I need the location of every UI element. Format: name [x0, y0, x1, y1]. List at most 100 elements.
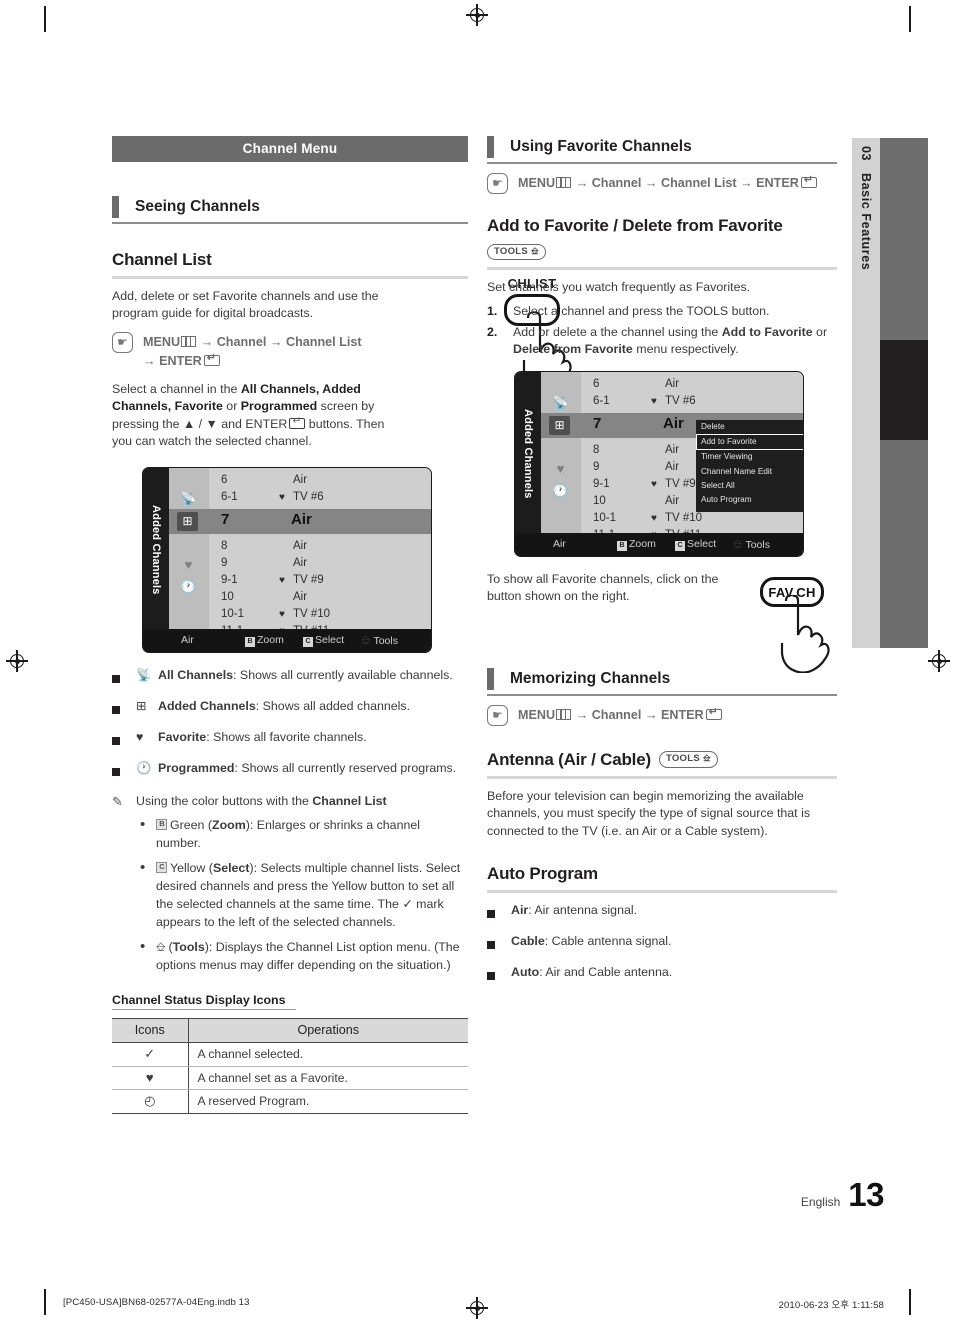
select-lead: Select a channel in the — [112, 381, 241, 396]
tools-icon: ⎒ — [156, 939, 166, 954]
added-channels-icon: ⊞ — [549, 415, 570, 435]
all-channels-icon[interactable]: 📡 — [551, 394, 570, 411]
bullet-square — [112, 729, 136, 751]
list-item: 1. Select a channel and press the TOOLS … — [487, 303, 837, 321]
menu-item-auto-program[interactable]: Auto Program — [696, 492, 803, 506]
added-channels-icon: ⊞ — [177, 512, 198, 532]
bullet-dot: • — [140, 858, 146, 876]
channel-row[interactable]: 6 Air — [581, 376, 803, 393]
channel-list-intro: Add, delete or set Favorite channels and… — [112, 288, 379, 321]
path-enter-label: ENTER — [159, 353, 202, 368]
menu-path-channel-list: ☛ MENU → Channel → Channel List → ENTER — [112, 331, 468, 371]
dot-lead: Green ( — [170, 817, 213, 832]
crop-mark-bottom-left — [44, 1289, 46, 1315]
auto-program-bullets: Air: Air antenna signal. Cable: Cable an… — [487, 902, 837, 986]
all-channels-icon[interactable]: 📡 — [179, 490, 198, 507]
list-item: • ⎒ (Tools): Displays the Channel List op… — [140, 939, 468, 975]
path-channel-label: Channel — [216, 334, 267, 349]
section-seeing-channels: Seeing Channels — [112, 196, 468, 222]
list-item: ⊞ Added Channels: Shows all added channe… — [112, 698, 468, 720]
row-name: TV #10 — [293, 608, 331, 621]
bottom-tools[interactable]: ⎒ Tools — [361, 629, 398, 652]
row-number: 9-1 — [221, 574, 238, 587]
bullet-dot: • — [140, 937, 146, 955]
step-bold-delete: Delete from Favorite — [513, 342, 633, 357]
screen-bottom-bar: Air B Zoom C Select ⎒ Tools — [515, 532, 803, 556]
yellow-key-letter: C — [159, 861, 165, 871]
tools-context-menu: Delete Add to Favorite Timer Viewing Cha… — [696, 419, 803, 512]
menu-item-select-all[interactable]: Select All — [696, 478, 803, 492]
favorite-screen-mock: Added Channels 📡 ♥ 🕐 6 Air 6-1 ♥ TV #6 8 Air… — [514, 370, 804, 557]
added-channels-icon: ⊞ — [136, 699, 147, 714]
channel-row[interactable]: 10-1 ♥ TV #10 — [209, 606, 431, 623]
favorite-heart-icon[interactable]: ♥ — [179, 556, 198, 573]
list-item: Cable: Cable antenna signal. — [487, 933, 837, 955]
screen-channel-list: 6 Air 6-1 ♥ TV #6 8 Air 9 Air 9-1 ♥ TV #9 10 Air… — [209, 468, 431, 637]
heading-antenna: Antenna (Air / Cable) TOOLS ⎒ — [487, 750, 837, 770]
channel-row[interactable]: 6-1 ♥ TV #6 — [581, 393, 803, 410]
step-number: 1. — [487, 304, 498, 319]
bullet-bold: Favorite — [158, 730, 207, 744]
menu-item-channel-name-edit[interactable]: Channel Name Edit — [696, 464, 803, 478]
crop-mark-top-left — [44, 6, 46, 32]
channel-row[interactable]: 10 Air — [209, 589, 431, 606]
channel-row[interactable]: 9 Air — [209, 555, 431, 572]
table-row: ◴ A reserved Program. — [112, 1089, 468, 1115]
left-column: Channel Menu Seeing Channels Channel Lis… — [112, 136, 572, 1115]
highlighted-channel-row[interactable]: ⊞ 7 Air — [169, 509, 431, 535]
path-menu-label: MENU — [518, 175, 556, 190]
row-name: Air — [665, 443, 680, 456]
programmed-clock-icon[interactable]: 🕐 — [179, 578, 198, 595]
menu-item-add-to-favorite[interactable]: Add to Favorite — [696, 433, 803, 450]
screen-rail-label: Added Channels — [150, 504, 162, 595]
menu-item-timer-viewing[interactable]: Timer Viewing — [696, 450, 803, 464]
step-bold-add: Add to Favorite — [721, 324, 813, 339]
favorite-heart-icon[interactable]: ♥ — [551, 460, 570, 477]
bottom-zoom-label: Zoom — [257, 634, 284, 647]
channel-row[interactable]: 9-1 ♥ TV #9 — [209, 572, 431, 589]
heading-rule — [487, 775, 837, 779]
table-header-row: Icons Operations — [112, 1018, 468, 1044]
row-number: 6 — [593, 377, 600, 390]
channel-row[interactable]: 6 Air — [209, 472, 431, 489]
heading-channel-list: Channel List — [112, 249, 212, 269]
row-name: TV #6 — [665, 394, 696, 407]
antenna-paragraph: Before your television can begin memoriz… — [487, 788, 811, 838]
side-bar-marker — [880, 340, 928, 440]
menu-item-delete[interactable]: Delete — [696, 420, 803, 434]
channel-row[interactable]: 8 Air — [209, 538, 431, 555]
bottom-select[interactable]: C Select — [675, 533, 716, 556]
row-number: 8 — [221, 540, 228, 553]
programmed-clock-icon: 🕐 — [136, 760, 152, 775]
bottom-select-label: Select — [315, 634, 345, 647]
list-item: Auto: Air and Cable antenna. — [487, 964, 837, 986]
bottom-tools[interactable]: ⎒ Tools — [733, 533, 770, 556]
section-tick — [487, 136, 494, 158]
bottom-select[interactable]: C Select — [303, 629, 344, 652]
menu-path-favorite: ☛ MENU → Channel → Channel List → ENTER — [487, 172, 837, 194]
bottom-zoom[interactable]: B Zoom — [245, 629, 284, 652]
channel-row[interactable]: 6-1 ♥ TV #6 — [209, 489, 431, 506]
channel-row[interactable]: 10-1 ♥ TV #10 — [581, 510, 803, 527]
bullet-rest: : Shows all added channels. — [255, 699, 411, 714]
row-number: 9-1 — [593, 477, 610, 490]
step-number: 2. — [487, 324, 498, 339]
row-fav: ♥ — [651, 512, 657, 524]
highlight-name: Air — [291, 511, 312, 529]
heading-rule — [487, 267, 837, 271]
dot-bold: Zoom — [212, 817, 246, 832]
bullet-square — [112, 760, 136, 782]
right-column: Using Favorite Channels ☛ MENU → Channel… — [487, 136, 837, 995]
tools-icon: ⎒ — [531, 245, 539, 257]
table-row: ✓ A channel selected. — [112, 1042, 468, 1068]
bottom-zoom[interactable]: B Zoom — [617, 533, 656, 556]
note-color-buttons: ✎ Using the color buttons with the Chann… — [112, 794, 468, 810]
tools-icon: ⎒ — [361, 633, 371, 648]
heading-rule — [487, 890, 837, 894]
select-bold-2: Programmed — [240, 399, 318, 414]
bottom-zoom-label: Zoom — [629, 537, 656, 550]
section-tick — [487, 668, 494, 691]
programmed-clock-icon[interactable]: 🕐 — [551, 482, 570, 499]
registration-mark-top — [466, 4, 488, 26]
enter-key-icon — [705, 708, 722, 720]
